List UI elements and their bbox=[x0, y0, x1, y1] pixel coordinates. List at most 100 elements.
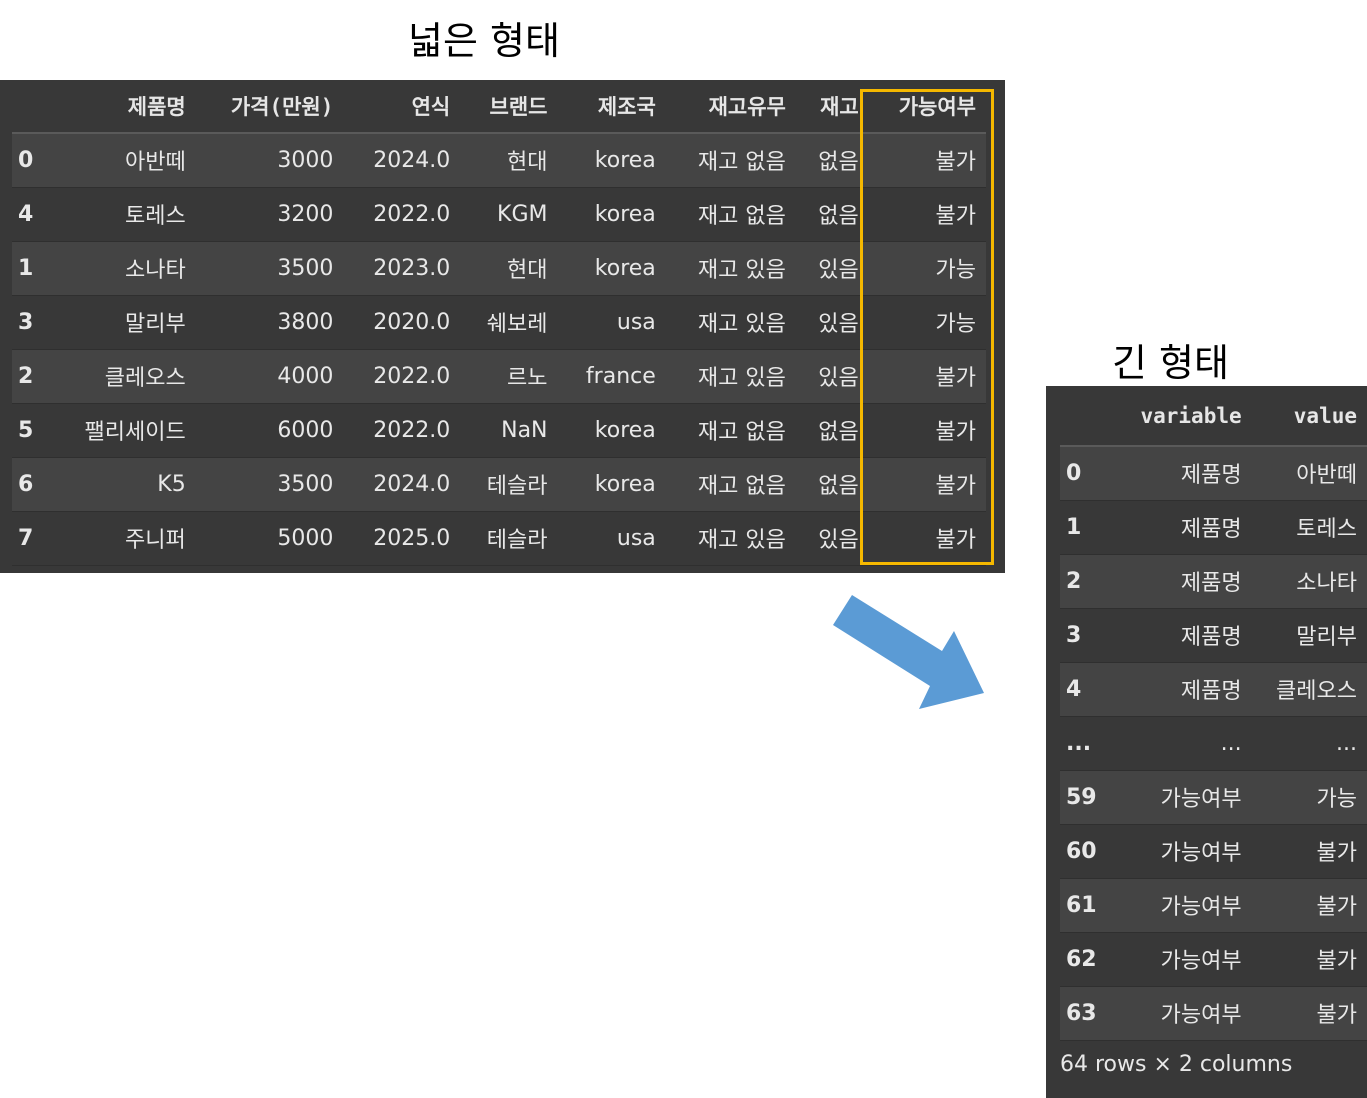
long-row-index: 61 bbox=[1066, 892, 1097, 918]
long-table-cell: 제품명 bbox=[1180, 463, 1242, 489]
wide-table-cell: 가능 bbox=[935, 312, 976, 337]
long-format-caption: 긴 형태 bbox=[1112, 341, 1229, 385]
wide-table-cell: 불가 bbox=[935, 528, 976, 553]
wide-table-cell: korea bbox=[594, 201, 656, 227]
long-row-index: 60 bbox=[1066, 838, 1097, 864]
wide-col-header bbox=[12, 80, 50, 134]
long-table-row: 62 가능여부 불가 bbox=[1060, 932, 1367, 986]
wide-table-cell: 없음 bbox=[818, 474, 859, 499]
long-table-header-row: variable value bbox=[1060, 386, 1367, 447]
wide-table-cell: 재고 없음 bbox=[697, 150, 786, 176]
wide-row-index: 3 bbox=[18, 309, 34, 335]
wide-table-cell: 재고 있음 bbox=[697, 528, 786, 553]
wide-dataframe-table: 제품명 가격(만원) 연식 브랜드 제조국 재고유무 재고 가능여부 0 아반떼 3000 2024… bbox=[12, 80, 986, 566]
wide-table-cell: 불가 bbox=[935, 420, 976, 445]
long-table-cell: ... bbox=[1336, 730, 1357, 756]
long-table-row: 0 제품명 아반떼 bbox=[1060, 446, 1367, 500]
long-row-index: 63 bbox=[1066, 1000, 1097, 1026]
wide-table-cell: 있음 bbox=[818, 258, 859, 283]
wide-dataframe-panel: 제품명 가격(만원) 연식 브랜드 제조국 재고유무 재고 가능여부 0 아반떼 3000 2024… bbox=[0, 80, 1005, 573]
wide-table-row: 0 아반떼 3000 2024.0 현대 korea 재고 없음 없음 불가 bbox=[12, 133, 986, 187]
wide-table-cell: 토레스 bbox=[125, 204, 186, 229]
wide-table-cell: 불가 bbox=[935, 204, 976, 229]
wide-table-cell: 있음 bbox=[818, 528, 859, 553]
wide-table-cell: 현대 bbox=[507, 150, 548, 176]
wide-table-cell: 2024.0 bbox=[373, 471, 451, 497]
long-table-cell: 가능여부 bbox=[1160, 949, 1242, 974]
wide-table-cell: K5 bbox=[157, 471, 186, 497]
long-table-cell: 불가 bbox=[1316, 949, 1357, 974]
wide-table-cell: 3000 bbox=[277, 147, 334, 173]
long-table-row: 60 가능여부 불가 bbox=[1060, 824, 1367, 878]
wide-table-cell: 3800 bbox=[277, 309, 334, 335]
long-table-cell: 말리부 bbox=[1296, 625, 1357, 650]
wide-row-index: 7 bbox=[18, 525, 34, 551]
long-dataframe-table: variable value 0 제품명 아반떼 1 제품명 토레스 2 제품명 소나타 3 제품명 말… bbox=[1060, 386, 1367, 1041]
long-table-row: 61 가능여부 불가 bbox=[1060, 878, 1367, 932]
wide-table-cell: korea bbox=[594, 471, 656, 497]
wide-table-cell: 재고 있음 bbox=[697, 312, 786, 337]
wide-row-index: 2 bbox=[18, 363, 34, 389]
wide-table-cell: france bbox=[585, 363, 656, 389]
long-col-header: value bbox=[1251, 386, 1367, 447]
wide-col-header: 제품명 bbox=[49, 80, 196, 134]
wide-table-cell: 6000 bbox=[277, 417, 334, 443]
wide-table-row: 7 주니퍼 5000 2025.0 테슬라 usa 재고 있음 있음 불가 bbox=[12, 511, 986, 565]
long-table-body: 0 제품명 아반떼 1 제품명 토레스 2 제품명 소나타 3 제품명 말리부 4 제품명 클레오스....… bbox=[1060, 446, 1367, 1040]
wide-table-cell: 르노 bbox=[507, 366, 548, 391]
wide-table-cell: 2023.0 bbox=[373, 255, 451, 281]
wide-table-cell: 재고 없음 bbox=[697, 474, 786, 499]
long-table-cell: 제품명 bbox=[1180, 571, 1242, 596]
wide-col-header: 재고유무 bbox=[665, 80, 796, 134]
wide-table-cell: 2022.0 bbox=[373, 417, 451, 443]
wide-table-cell: 3500 bbox=[277, 471, 334, 497]
wide-table-cell: 주니퍼 bbox=[125, 528, 186, 553]
wide-table-row: 3 말리부 3800 2020.0 쉐보레 usa 재고 있음 있음 가능 bbox=[12, 295, 986, 349]
wide-table-cell: 팰리세이드 bbox=[84, 420, 186, 445]
long-row-index: 4 bbox=[1066, 676, 1082, 702]
long-table-row: 63 가능여부 불가 bbox=[1060, 986, 1367, 1040]
wide-col-header: 재고 bbox=[795, 80, 869, 134]
wide-table-body: 0 아반떼 3000 2024.0 현대 korea 재고 없음 없음 불가 4 토레스 3200 20… bbox=[12, 133, 986, 565]
wide-row-index: 6 bbox=[18, 471, 34, 497]
wide-table-cell: korea bbox=[594, 255, 656, 281]
wide-table-cell: 2022.0 bbox=[373, 201, 451, 227]
long-table-cell: 제품명 bbox=[1180, 679, 1242, 704]
wide-table-header-row: 제품명 가격(만원) 연식 브랜드 제조국 재고유무 재고 가능여부 bbox=[12, 80, 986, 134]
long-table-row: 2 제품명 소나타 bbox=[1060, 554, 1367, 608]
wide-table-cell: 쉐보레 bbox=[486, 312, 548, 337]
wide-col-header: 브랜드 bbox=[460, 80, 558, 134]
wide-table-cell: 클레오스 bbox=[104, 366, 186, 391]
long-table-row: 59 가능여부 가능 bbox=[1060, 770, 1367, 824]
long-table-cell: 가능여부 bbox=[1160, 895, 1242, 920]
long-col-header: variable bbox=[1113, 386, 1252, 447]
wide-table-cell: 재고 없음 bbox=[697, 204, 786, 229]
wide-table-cell: 2024.0 bbox=[373, 147, 451, 173]
wide-table-cell: 4000 bbox=[277, 363, 334, 389]
wide-table-cell: 불가 bbox=[935, 474, 976, 499]
wide-table-cell: 불가 bbox=[935, 366, 976, 391]
wide-table-row: 6 K5 3500 2024.0 테슬라 korea 재고 없음 없음 불가 bbox=[12, 457, 986, 511]
long-table-row: 4 제품명 클레오스 bbox=[1060, 662, 1367, 716]
wide-table-cell: 없음 bbox=[818, 204, 859, 229]
wide-table-cell: 5000 bbox=[277, 525, 334, 551]
wide-row-index: 1 bbox=[18, 255, 34, 281]
wide-table-cell: 말리부 bbox=[125, 312, 186, 337]
wide-row-index: 0 bbox=[18, 147, 34, 173]
wide-table-cell: 없음 bbox=[818, 420, 859, 445]
long-table-cell: 불가 bbox=[1316, 1003, 1357, 1028]
wide-table-cell: korea bbox=[594, 147, 656, 173]
long-table-cell: 불가 bbox=[1316, 841, 1357, 866]
long-table-cell: 제품명 bbox=[1180, 517, 1242, 542]
long-row-index: 2 bbox=[1066, 568, 1082, 594]
wide-table-cell: 가능 bbox=[935, 258, 976, 283]
wide-table-row: 4 토레스 3200 2022.0 KGM korea 재고 없음 없음 불가 bbox=[12, 187, 986, 241]
wide-table-cell: korea bbox=[594, 417, 656, 443]
long-col-header bbox=[1060, 386, 1114, 447]
wide-table-cell: 재고 없음 bbox=[697, 420, 786, 445]
wide-col-header: 제조국 bbox=[557, 80, 666, 134]
wide-table-cell: 없음 bbox=[818, 150, 859, 176]
long-table-cell: 가능여부 bbox=[1160, 787, 1242, 812]
wide-table-cell: 3500 bbox=[277, 255, 334, 281]
long-table-footer: 64 rows × 2 columns bbox=[1060, 1052, 1293, 1077]
